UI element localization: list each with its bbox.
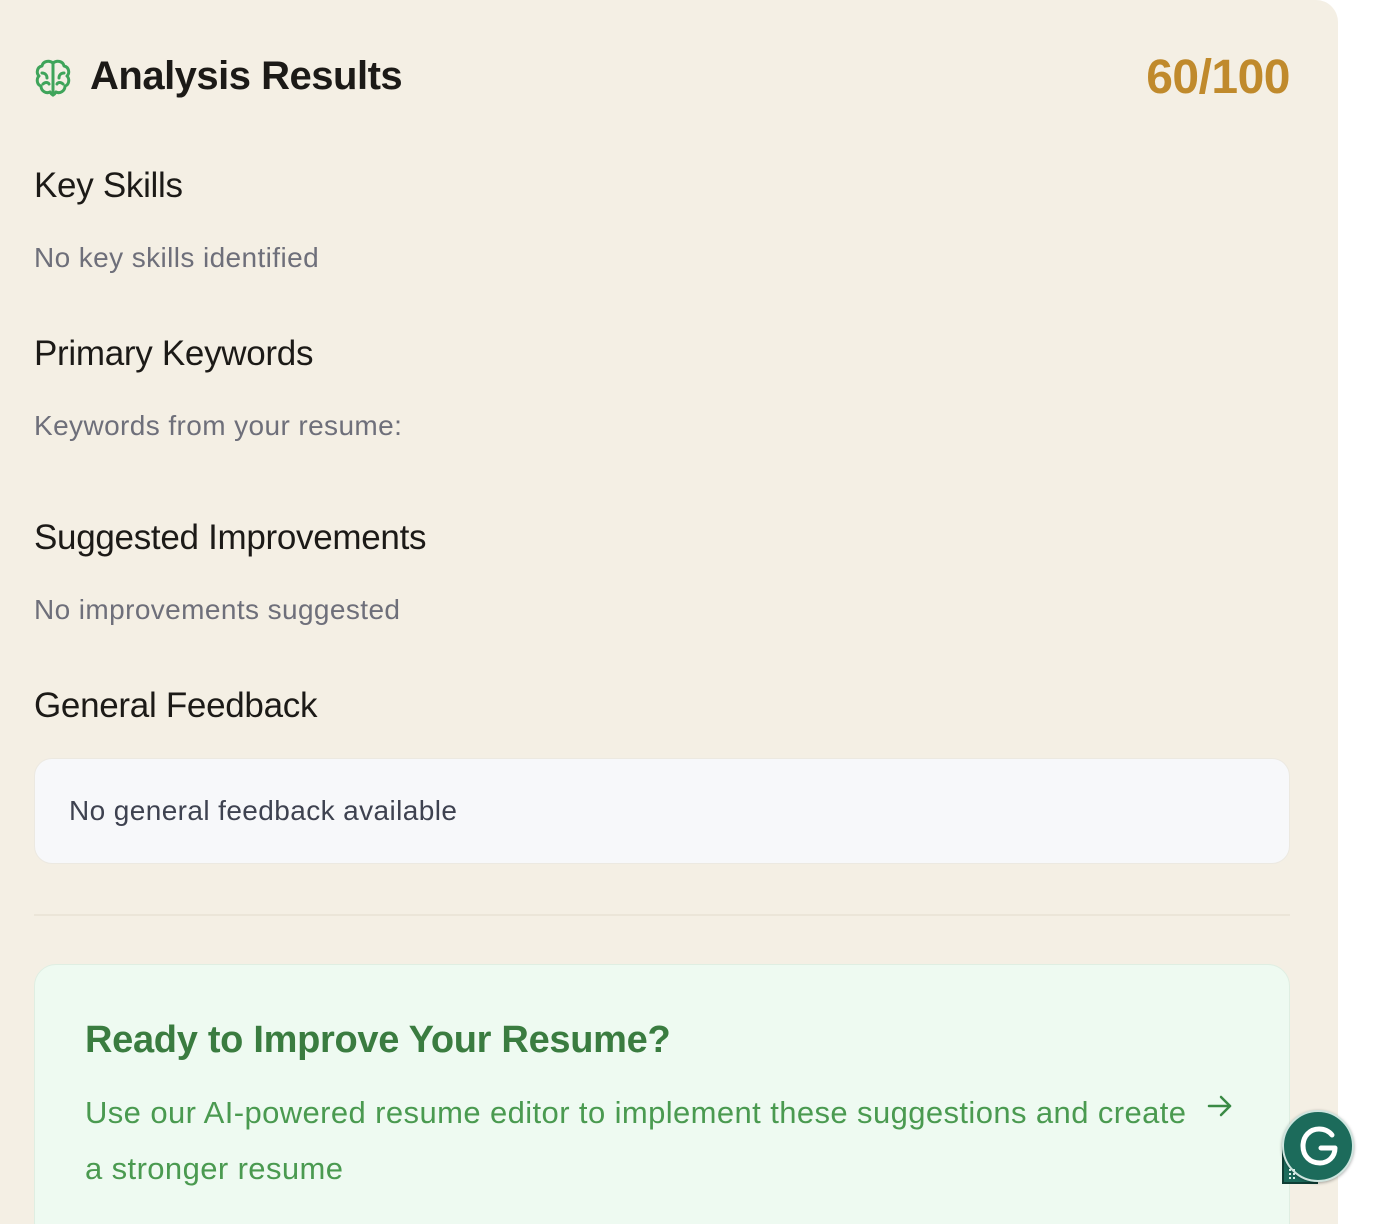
scrollbar-track: [1340, 0, 1376, 1224]
analysis-header: Analysis Results 60/100: [34, 50, 1290, 110]
brain-icon: [35, 59, 71, 97]
general-feedback-box: No general feedback available: [34, 758, 1290, 864]
key-skills-text: No key skills identified: [34, 242, 320, 273]
cta-title: Ready to Improve Your Resume?: [85, 1019, 671, 1061]
arrow-right-icon[interactable]: [1205, 1091, 1235, 1121]
suggested-improvements-text: No improvements suggested: [34, 594, 401, 625]
general-feedback-text: No general feedback available: [69, 795, 458, 826]
page-title: Analysis Results: [90, 54, 403, 98]
analysis-results-panel: Analysis Results 60/100 Key Skills No ke…: [0, 0, 1338, 1224]
page: Analysis Results 60/100 Key Skills No ke…: [0, 0, 1376, 1224]
grammarly-button[interactable]: [1282, 1110, 1358, 1186]
section-divider: [34, 914, 1290, 916]
drag-handle-icon[interactable]: [1288, 1168, 1298, 1180]
grammarly-icon: [1300, 1126, 1338, 1166]
cta-description: Use our AI-powered resume editor to impl…: [85, 1095, 1187, 1186]
key-skills-heading: Key Skills: [34, 166, 183, 205]
score-value: 60/100: [1146, 51, 1290, 104]
primary-keywords-heading: Primary Keywords: [34, 334, 314, 373]
general-feedback-heading: General Feedback: [34, 686, 318, 725]
suggested-improvements-heading: Suggested Improvements: [34, 518, 427, 557]
improve-resume-card[interactable]: Ready to Improve Your Resume? Use our AI…: [34, 964, 1290, 1224]
primary-keywords-text: Keywords from your resume:: [34, 410, 403, 441]
